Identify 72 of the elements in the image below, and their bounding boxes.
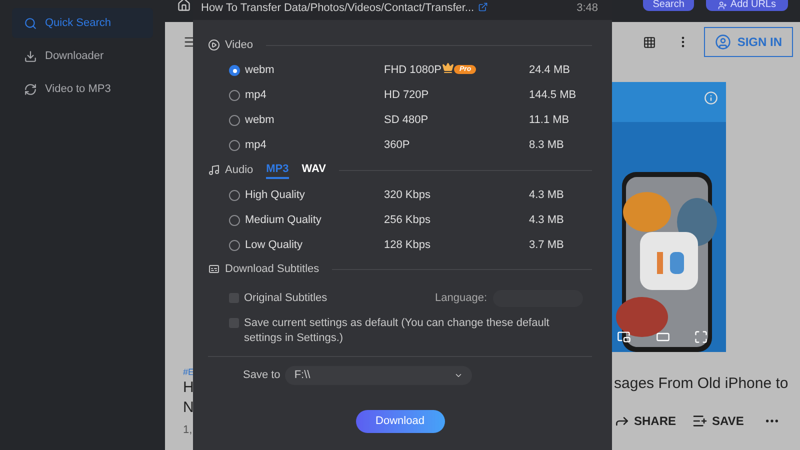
save-folder-select[interactable]: F:\\ xyxy=(285,366,472,385)
dialog-title: How To Transfer Data/Photos/Videos/Contact/Transfer... xyxy=(201,2,474,14)
section-heading: Download Subtitles xyxy=(225,262,320,277)
sidebar-item[interactable]: Quick Search xyxy=(12,8,153,38)
save-button[interactable]: SAVE xyxy=(692,412,744,430)
home-icon[interactable] xyxy=(177,0,191,12)
search-button[interactable]: Search xyxy=(642,0,694,11)
file-size: 144.5 MB xyxy=(529,88,576,104)
option-label: webm xyxy=(245,113,276,128)
fullscreen-icon[interactable] xyxy=(694,330,708,344)
info-icon[interactable] xyxy=(704,91,718,105)
option-label: mp4 xyxy=(245,88,268,104)
option-label: High Quality xyxy=(245,188,306,204)
search-icon xyxy=(24,16,37,30)
dropdown-icon xyxy=(454,371,464,380)
quality-label: 128 Kbps xyxy=(384,238,430,254)
video-tag[interactable]: #E xyxy=(183,366,194,378)
file-size: 3.7 MB xyxy=(529,238,564,254)
quality-label: HD 720P xyxy=(384,88,429,104)
radio-button[interactable] xyxy=(229,65,240,76)
file-size: 8.3 MB xyxy=(529,138,564,154)
subtitles-icon xyxy=(208,263,220,275)
add-urls-button[interactable]: Add URLs xyxy=(706,0,788,11)
theater-icon[interactable] xyxy=(654,330,672,344)
download-icon xyxy=(24,50,37,62)
quality-label: 320 Kbps xyxy=(384,188,430,204)
sidebar-item[interactable]: Video to MP3 xyxy=(12,74,153,104)
quality-label: 256 Kbps xyxy=(384,213,430,228)
sign-in-button[interactable]: SIGN IN xyxy=(704,27,793,57)
miniplayer-icon[interactable] xyxy=(616,330,632,344)
file-size: 24.4 MB xyxy=(529,63,570,78)
refresh-icon xyxy=(24,82,37,96)
option-label: Medium Quality xyxy=(245,213,322,228)
checkbox-label: Save current settings as default (You can change these default settings in Settings.) xyxy=(244,316,550,346)
checkbox-label: Original Subtitles xyxy=(244,291,328,306)
radio-button[interactable] xyxy=(229,190,240,201)
quality-label: SD 480P xyxy=(384,113,428,128)
option-label: webm xyxy=(245,63,276,78)
play-icon xyxy=(208,39,220,51)
apps-icon[interactable] xyxy=(643,36,656,48)
radio-button[interactable] xyxy=(229,115,240,126)
option-label: Low Quality xyxy=(245,238,304,254)
sidebar-item[interactable]: Downloader xyxy=(12,41,153,71)
file-size: 4.3 MB xyxy=(529,188,564,204)
video-title: sages From Old iPhone to xyxy=(614,374,788,394)
view-count: 1, xyxy=(183,423,194,438)
video-duration: 3:48 xyxy=(576,2,598,14)
music-icon xyxy=(208,164,220,176)
language-label: Language: xyxy=(435,291,487,306)
format-tab[interactable]: MP3 xyxy=(266,161,289,179)
section-heading: Audio xyxy=(225,162,254,178)
section-heading: Video xyxy=(225,38,253,53)
share-button[interactable]: SHARE xyxy=(614,412,676,430)
crown-icon xyxy=(442,62,454,74)
radio-button[interactable] xyxy=(229,240,240,251)
quality-label: FHD 1080P xyxy=(384,63,442,78)
file-size: 4.3 MB xyxy=(529,213,564,228)
file-size: 11.1 MB xyxy=(529,113,570,128)
radio-button[interactable] xyxy=(229,90,240,101)
radio-button[interactable] xyxy=(229,140,240,151)
radio-button[interactable] xyxy=(229,215,240,226)
format-tab[interactable]: WAV xyxy=(302,161,326,179)
video-title: N xyxy=(183,398,194,418)
download-button[interactable]: Download xyxy=(356,410,444,433)
external-link-icon[interactable] xyxy=(478,2,488,12)
add-icon xyxy=(718,0,728,10)
quality-label: 360P xyxy=(384,138,410,154)
save-to-label: Save to xyxy=(243,368,280,384)
option-label: mp4 xyxy=(245,138,268,154)
video-title: H xyxy=(183,378,194,398)
playlist-icon xyxy=(692,413,708,429)
user-icon xyxy=(715,34,732,50)
